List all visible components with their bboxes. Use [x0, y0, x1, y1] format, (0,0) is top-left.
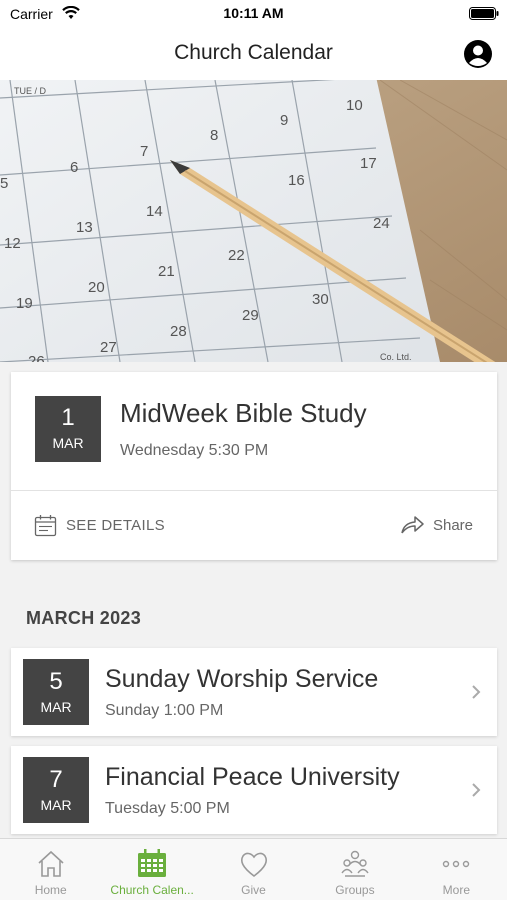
- calendar-number: 5: [0, 175, 8, 192]
- event-time: Sunday 1:00 PM: [105, 702, 224, 719]
- event-month: MAR: [40, 797, 72, 813]
- home-icon: [38, 850, 64, 877]
- event-day: 7: [49, 766, 63, 793]
- clock: 10:11 AM: [223, 5, 284, 21]
- tab-label: More: [442, 883, 470, 897]
- event-row[interactable]: 7 MAR Financial Peace University Tuesday…: [11, 746, 497, 834]
- calendar-number: 14: [146, 203, 163, 220]
- see-details-button[interactable]: SEE DETAILS: [34, 513, 165, 537]
- tab-label: Church Calen...: [110, 883, 194, 897]
- event-date-badge: 1 MAR: [35, 396, 101, 462]
- divider: [11, 490, 497, 491]
- calendar-number: 26: [28, 353, 45, 362]
- tab-label: Groups: [335, 883, 375, 897]
- status-bar: Carrier 10:11 AM: [0, 0, 507, 28]
- tab-label: Home: [34, 883, 67, 897]
- heart-icon: [240, 852, 267, 878]
- calendar-number: 13: [76, 219, 93, 236]
- event-day: 5: [49, 668, 63, 695]
- event-row[interactable]: 5 MAR Sunday Worship Service Sunday 1:00…: [11, 648, 497, 736]
- calendar-number: 16: [288, 172, 305, 189]
- calendar-number: 8: [210, 127, 218, 144]
- tab-groups[interactable]: Groups: [304, 839, 405, 900]
- tab-home[interactable]: Home: [0, 839, 101, 900]
- tab-label: Give: [241, 883, 266, 897]
- event-month: MAR: [52, 435, 84, 451]
- event-date-badge: 7 MAR: [23, 757, 89, 823]
- share-label: Share: [432, 516, 473, 534]
- more-icon: [443, 860, 470, 868]
- calendar-number: 20: [88, 279, 105, 296]
- event-month: MAR: [40, 699, 72, 715]
- calendar-photo: TUE / D 10 9 8 7 6 5 17 16 13 12 14 24 2…: [0, 80, 507, 362]
- share-icon: [401, 516, 424, 534]
- chevron-right-icon: [472, 685, 481, 699]
- event-day: 1: [61, 404, 75, 431]
- featured-event-card[interactable]: 1 MAR MidWeek Bible Study Wednesday 5:30…: [11, 372, 497, 560]
- calendar-number: 12: [4, 235, 21, 252]
- calendar-header-text: TUE / D: [14, 86, 47, 96]
- hero-image: TUE / D 10 9 8 7 6 5 17 16 13 12 14 24 2…: [0, 80, 507, 362]
- event-time: Wednesday 5:30 PM: [120, 442, 269, 459]
- see-details-label: SEE DETAILS: [66, 516, 165, 534]
- calendar-number: 21: [158, 263, 175, 280]
- event-title: Sunday Worship Service: [105, 665, 379, 693]
- tab-give[interactable]: Give: [203, 839, 304, 900]
- section-header: MARCH 2023: [26, 608, 142, 628]
- calendar-number: 6: [70, 159, 78, 176]
- profile-icon[interactable]: [463, 39, 493, 69]
- nav-bar: Church Calendar: [0, 28, 507, 80]
- calendar-number: 30: [312, 291, 329, 308]
- event-title: Financial Peace University: [105, 763, 400, 791]
- groups-icon: [341, 850, 369, 877]
- calendar-number: 27: [100, 339, 117, 356]
- share-button[interactable]: Share: [400, 513, 473, 537]
- tab-bar: Home Church Calen... Give Groups More: [0, 838, 507, 900]
- tab-church-calendar[interactable]: Church Calen...: [101, 839, 202, 900]
- page-title: Church Calendar: [174, 41, 333, 64]
- event-date-badge: 5 MAR: [23, 659, 89, 725]
- chevron-right-icon: [472, 783, 481, 797]
- calendar-number: 19: [16, 295, 33, 312]
- battery-icon: [469, 7, 499, 20]
- event-title: MidWeek Bible Study: [120, 398, 367, 428]
- calendar-number: 24: [373, 215, 390, 232]
- calendar-number: 9: [280, 112, 288, 129]
- calendar-imprint: Co. Ltd.: [380, 352, 412, 362]
- calendar-details-icon: [34, 514, 57, 536]
- calendar-icon: [138, 849, 167, 877]
- tab-more[interactable]: More: [406, 839, 507, 900]
- calendar-number: 28: [170, 323, 187, 340]
- event-time: Tuesday 5:00 PM: [105, 800, 230, 817]
- calendar-number: 29: [242, 307, 259, 324]
- calendar-number: 22: [228, 247, 245, 264]
- calendar-number: 10: [346, 97, 363, 114]
- calendar-number: 7: [140, 143, 148, 160]
- calendar-number: 17: [360, 155, 377, 172]
